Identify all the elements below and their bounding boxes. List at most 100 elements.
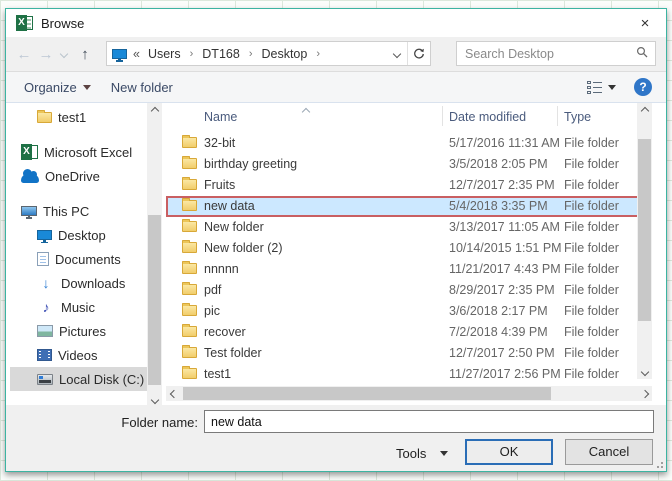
search-input[interactable] xyxy=(457,46,636,61)
scroll-up-icon[interactable] xyxy=(147,103,162,118)
column-header-name[interactable]: Name xyxy=(204,110,237,124)
file-name[interactable]: 32-bit xyxy=(204,136,235,150)
breadcrumb[interactable]: « Users › DT168 › Desktop › xyxy=(106,41,431,66)
file-row[interactable]: pic 3/6/2018 2:17 PM File folder xyxy=(166,301,639,322)
folder-icon xyxy=(37,109,52,123)
help-icon[interactable]: ? xyxy=(634,78,652,96)
sidebar-item[interactable]: Videos xyxy=(10,343,147,367)
breadcrumb-segment[interactable]: Desktop › xyxy=(259,47,327,61)
tools-button[interactable]: Tools xyxy=(396,441,449,465)
column-header-type[interactable]: Type xyxy=(564,110,591,124)
back-icon[interactable]: ← xyxy=(14,37,34,71)
sidebar-item-label: Desktop xyxy=(58,227,106,243)
file-date-modified: 11/21/2017 4:43 PM xyxy=(449,262,561,276)
breadcrumb-segment[interactable]: Users › xyxy=(146,47,200,61)
sidebar-item-label: This PC xyxy=(43,203,90,219)
file-list-scrollbar[interactable] xyxy=(637,103,652,379)
file-row[interactable]: New folder 3/13/2017 11:05 AM File folde… xyxy=(166,217,639,238)
file-name[interactable]: pic xyxy=(204,304,220,318)
sidebar-scrollbar[interactable] xyxy=(147,103,162,407)
breadcrumb-segment[interactable]: DT168 › xyxy=(200,47,259,61)
scroll-right-icon[interactable] xyxy=(637,386,652,401)
up-icon[interactable]: ↑ xyxy=(74,37,96,71)
breadcrumb-segment-label[interactable]: Users xyxy=(146,47,183,61)
sidebar-item[interactable]: Desktop xyxy=(10,223,147,247)
sidebar-item[interactable]: This PC xyxy=(10,199,147,223)
horizontal-scrollbar-thumb[interactable] xyxy=(183,387,551,400)
file-name[interactable]: Fruits xyxy=(204,178,235,192)
view-chevron-icon[interactable] xyxy=(608,84,616,90)
file-row[interactable]: test1 11/27/2017 2:56 PM File folder xyxy=(166,364,639,385)
sidebar-scrollbar-thumb[interactable] xyxy=(148,215,161,385)
forward-icon[interactable]: → xyxy=(36,37,56,71)
view-mode-icon[interactable] xyxy=(587,80,602,94)
sidebar-item[interactable]: OneDrive xyxy=(10,164,147,188)
file-type: File folder xyxy=(564,199,619,213)
scroll-left-icon[interactable] xyxy=(166,386,181,401)
file-row[interactable]: New folder (2) 10/14/2015 1:51 PM File f… xyxy=(166,238,639,259)
file-date-modified: 3/13/2017 11:05 AM xyxy=(449,220,560,234)
scroll-up-icon[interactable] xyxy=(637,103,652,118)
file-name[interactable]: New folder (2) xyxy=(204,241,283,255)
file-name[interactable]: recover xyxy=(204,325,246,339)
scroll-down-icon[interactable] xyxy=(637,364,652,379)
file-name[interactable]: Test folder xyxy=(204,346,262,360)
file-date-modified: 8/29/2017 2:35 PM xyxy=(449,283,555,297)
sidebar-item[interactable]: Music xyxy=(10,295,147,319)
file-name[interactable]: New folder xyxy=(204,220,264,234)
breadcrumb-segments: Users › DT168 › Desktop › xyxy=(146,47,327,61)
breadcrumb-overflow[interactable]: « xyxy=(133,47,140,61)
column-divider[interactable] xyxy=(557,106,558,126)
file-row[interactable]: pdf 8/29/2017 2:35 PM File folder xyxy=(166,280,639,301)
column-divider[interactable] xyxy=(442,106,443,126)
file-row[interactable]: 32-bit 5/17/2016 11:31 AM File folder xyxy=(166,133,639,154)
breadcrumb-segment-label[interactable]: DT168 xyxy=(200,47,242,61)
folder-icon xyxy=(182,261,197,274)
breadcrumb-separator[interactable]: › xyxy=(242,48,260,60)
folder-name-input[interactable] xyxy=(204,410,654,433)
file-row[interactable]: Test folder 12/7/2017 2:50 PM File folde… xyxy=(166,343,639,364)
file-name[interactable]: birthday greeting xyxy=(204,157,297,171)
organize-button[interactable]: Organize xyxy=(14,80,101,95)
search-icon[interactable] xyxy=(636,46,648,61)
file-name[interactable]: pdf xyxy=(204,283,221,297)
file-name[interactable]: nnnnn xyxy=(204,262,239,276)
search-box xyxy=(456,41,656,66)
new-folder-button[interactable]: New folder xyxy=(101,80,183,95)
file-name[interactable]: test1 xyxy=(204,367,231,381)
file-row[interactable]: Fruits 12/7/2017 2:35 PM File folder xyxy=(166,175,639,196)
column-header-date-modified[interactable]: Date modified xyxy=(449,110,526,124)
ok-button[interactable]: OK xyxy=(465,439,553,465)
file-list-scrollbar-thumb[interactable] xyxy=(638,139,651,321)
close-icon[interactable]: × xyxy=(634,15,656,32)
file-row[interactable]: recover 7/2/2018 4:39 PM File folder xyxy=(166,322,639,343)
sidebar-item-label: test1 xyxy=(58,109,87,125)
breadcrumb-separator[interactable]: › xyxy=(309,48,327,60)
sidebar-item[interactable]: Downloads xyxy=(10,271,147,295)
address-dropdown-icon[interactable] xyxy=(387,42,407,65)
breadcrumb-separator[interactable]: › xyxy=(183,48,201,60)
folder-icon xyxy=(182,345,197,358)
sidebar-item[interactable]: Pictures xyxy=(10,319,147,343)
file-type: File folder xyxy=(564,325,619,339)
organize-label: Organize xyxy=(24,79,77,95)
sidebar-item[interactable]: test1 xyxy=(10,105,147,129)
history-chevron-icon[interactable] xyxy=(58,37,70,71)
new-folder-label: New folder xyxy=(110,79,173,95)
refresh-icon[interactable] xyxy=(407,42,430,65)
sidebar-item[interactable]: Microsoft Excel xyxy=(10,140,147,164)
file-name[interactable]: new data xyxy=(204,199,255,213)
tools-label: Tools xyxy=(396,445,427,461)
folder-icon xyxy=(182,366,197,379)
sidebar-item[interactable]: Local Disk (C:) xyxy=(10,367,147,391)
horizontal-scrollbar[interactable] xyxy=(166,386,652,401)
sort-ascending-icon[interactable] xyxy=(301,104,311,118)
sidebar-item[interactable]: Documents xyxy=(10,247,147,271)
file-type: File folder xyxy=(564,283,619,297)
file-row[interactable]: new data 5/4/2018 3:35 PM File folder xyxy=(166,196,639,217)
resize-grip[interactable] xyxy=(655,460,663,468)
file-row[interactable]: nnnnn 11/21/2017 4:43 PM File folder xyxy=(166,259,639,280)
file-row[interactable]: birthday greeting 3/5/2018 2:05 PM File … xyxy=(166,154,639,175)
breadcrumb-segment-label[interactable]: Desktop xyxy=(259,47,309,61)
cancel-button[interactable]: Cancel xyxy=(565,439,653,465)
